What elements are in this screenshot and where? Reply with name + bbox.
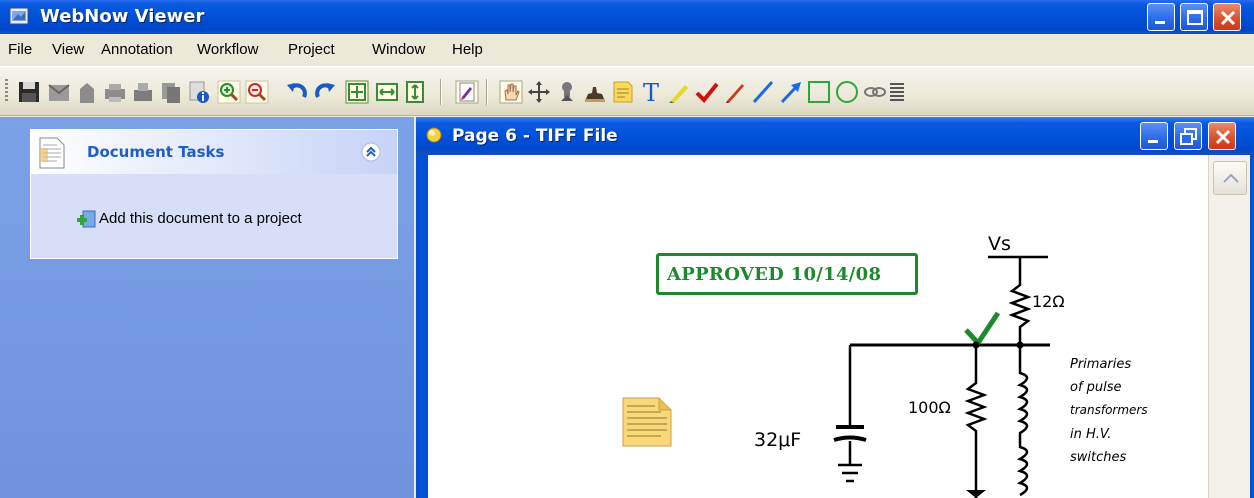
pen-icon[interactable] xyxy=(722,79,748,105)
document-window-icon[interactable] xyxy=(426,127,442,143)
rectangle-icon[interactable] xyxy=(806,79,832,105)
toolbar-separator xyxy=(440,79,442,105)
zoom-in-icon[interactable] xyxy=(216,79,242,105)
primaries-note-line3: transformers xyxy=(1070,403,1148,417)
rubber-stamp-icon[interactable] xyxy=(582,79,608,105)
print-icon[interactable] xyxy=(102,79,128,105)
link-icon[interactable] xyxy=(862,79,888,105)
arrow-icon[interactable] xyxy=(778,79,804,105)
add-document-label: Add this document to a project xyxy=(99,210,302,227)
svg-text:T: T xyxy=(643,79,659,105)
close-icon xyxy=(1215,129,1231,145)
restore-icon xyxy=(1180,128,1197,145)
more-icon[interactable] xyxy=(886,79,912,105)
document-window: Page 6 - TIFF File APPROVED 10/14/08 Vs … xyxy=(416,117,1254,498)
sticky-note-icon[interactable] xyxy=(610,79,636,105)
document-restore-button[interactable] xyxy=(1174,122,1202,150)
pan-hand-icon[interactable] xyxy=(498,79,524,105)
line-icon[interactable] xyxy=(750,79,776,105)
circuit-schematic: Vs 12Ω 32μF 100Ω Primaries of pulse tran… xyxy=(754,233,1148,498)
rotate-left-icon[interactable] xyxy=(284,79,310,105)
document-tasks-panel: Document Tasks Add this document to a pr… xyxy=(30,129,398,259)
primaries-note-line1: Primaries xyxy=(1070,357,1131,372)
fit-height-icon[interactable] xyxy=(402,79,428,105)
document-tasks-title: Document Tasks xyxy=(87,143,225,161)
main-toolbar: T xyxy=(0,66,1254,116)
scroll-up-button[interactable] xyxy=(1213,161,1247,195)
close-button[interactable] xyxy=(1213,3,1241,31)
minimize-icon xyxy=(1155,21,1165,24)
maximize-button[interactable] xyxy=(1180,3,1208,31)
menu-workflow[interactable]: Workflow xyxy=(197,41,258,58)
toolbar-separator xyxy=(486,79,488,105)
zoom-out-icon[interactable] xyxy=(244,79,270,105)
document-tasks-header[interactable]: Document Tasks xyxy=(31,130,397,174)
text-icon[interactable]: T xyxy=(638,79,664,105)
document-title: Page 6 - TIFF File xyxy=(452,126,618,146)
menu-bar: File View Annotation Workflow Project Wi… xyxy=(0,34,1254,66)
maximize-icon xyxy=(1187,10,1203,25)
document-minimize-button[interactable] xyxy=(1140,122,1168,150)
chevron-up-icon xyxy=(1223,173,1239,183)
task-pane: Document Tasks Add this document to a pr… xyxy=(0,117,414,498)
menu-window[interactable]: Window xyxy=(372,41,425,58)
app-title: WebNow Viewer xyxy=(40,6,205,27)
app-title-bar[interactable]: WebNow Viewer xyxy=(0,0,1254,34)
checkmark-icon[interactable] xyxy=(694,79,720,105)
primaries-note-line2: of pulse xyxy=(1070,380,1122,395)
stamp-icon[interactable] xyxy=(554,79,580,105)
r2-label: 100Ω xyxy=(908,398,951,417)
properties-icon[interactable] xyxy=(186,79,212,105)
annotate-toggle-icon[interactable] xyxy=(454,79,480,105)
menu-annotation[interactable]: Annotation xyxy=(101,41,173,58)
primaries-note-line4: in H.V. xyxy=(1070,427,1111,442)
vertical-scrollbar[interactable] xyxy=(1208,155,1250,498)
document-close-button[interactable] xyxy=(1208,122,1236,150)
primaries-note-line5: switches xyxy=(1070,450,1126,465)
rotate-right-icon[interactable] xyxy=(312,79,338,105)
send-icon[interactable] xyxy=(46,79,72,105)
fit-width-icon[interactable] xyxy=(374,79,400,105)
document-canvas[interactable]: APPROVED 10/14/08 Vs 12Ω 32μF 100Ω Prima… xyxy=(428,155,1208,498)
r1-label: 12Ω xyxy=(1032,292,1065,311)
fax-icon[interactable] xyxy=(130,79,156,105)
capacitor-label: 32μF xyxy=(754,429,801,451)
document-title-bar[interactable]: Page 6 - TIFF File xyxy=(416,117,1254,155)
minimize-icon xyxy=(1148,140,1158,143)
menu-view[interactable]: View xyxy=(52,41,84,58)
add-to-project-icon xyxy=(77,210,96,228)
archive-icon[interactable] xyxy=(74,79,100,105)
minimize-button[interactable] xyxy=(1147,3,1175,31)
webnow-app-icon[interactable] xyxy=(9,7,29,25)
menu-file[interactable]: File xyxy=(8,41,32,58)
menu-help[interactable]: Help xyxy=(452,41,483,58)
move-icon[interactable] xyxy=(526,79,552,105)
highlighter-icon[interactable] xyxy=(666,79,692,105)
toolbar-grip[interactable] xyxy=(5,79,8,103)
copy-icon[interactable] xyxy=(158,79,184,105)
collapse-chevron-icon[interactable] xyxy=(361,142,381,162)
save-icon[interactable] xyxy=(16,79,42,105)
menu-project[interactable]: Project xyxy=(288,41,335,58)
document-icon xyxy=(39,137,65,169)
fit-page-icon[interactable] xyxy=(344,79,370,105)
ellipse-icon[interactable] xyxy=(834,79,860,105)
vs-label: Vs xyxy=(988,233,1011,255)
close-icon xyxy=(1220,10,1236,26)
